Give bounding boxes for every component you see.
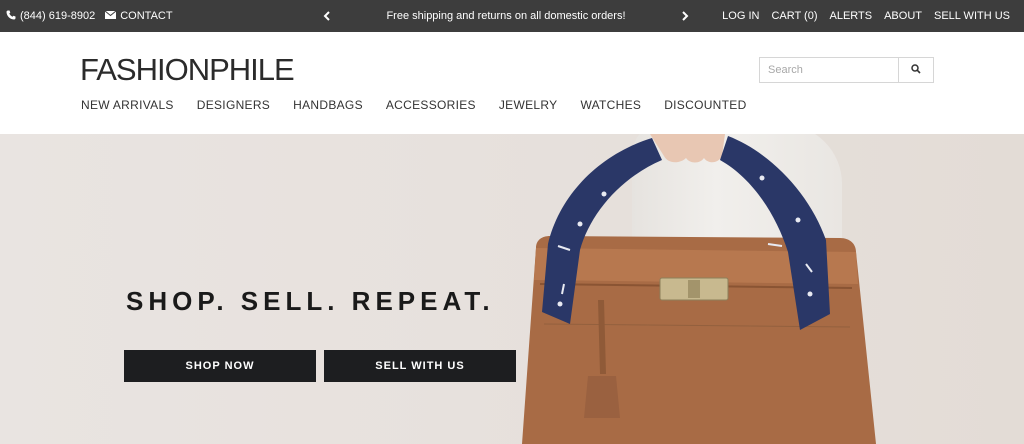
envelope-icon <box>104 10 117 22</box>
account-links: LOG IN CART (0) ALERTS ABOUT SELL WITH U… <box>722 0 1010 32</box>
promo-message: Free shipping and returns on all domesti… <box>386 10 626 22</box>
shop-now-button[interactable]: SHOP NOW <box>124 350 316 382</box>
nav-designers[interactable]: DESIGNERS <box>197 98 270 112</box>
about-link[interactable]: ABOUT <box>884 10 922 22</box>
sell-with-us-link[interactable]: SELL WITH US <box>934 10 1010 22</box>
site-logo[interactable]: FASHIONPHILE <box>80 52 295 88</box>
contact-link[interactable]: CONTACT <box>104 10 173 22</box>
hero-banner: SHOP. SELL. REPEAT. SHOP NOW SELL WITH U… <box>0 134 1024 444</box>
nav-accessories[interactable]: ACCESSORIES <box>386 98 476 112</box>
main-nav: NEW ARRIVALS DESIGNERS HANDBAGS ACCESSOR… <box>81 98 747 112</box>
cart-link[interactable]: CART (0) <box>771 10 817 22</box>
nav-handbags[interactable]: HANDBAGS <box>293 98 363 112</box>
search-box <box>759 57 934 83</box>
contact-group: (844) 619-8902 CONTACT <box>6 0 173 32</box>
nav-new-arrivals[interactable]: NEW ARRIVALS <box>81 98 174 112</box>
nav-discounted[interactable]: DISCOUNTED <box>664 98 746 112</box>
top-utility-bar: (844) 619-8902 CONTACT Free shipping and… <box>0 0 1024 32</box>
alerts-link[interactable]: ALERTS <box>830 10 873 22</box>
search-input[interactable] <box>760 58 898 82</box>
sell-with-us-button[interactable]: SELL WITH US <box>324 350 516 382</box>
phone-number: (844) 619-8902 <box>20 10 96 22</box>
login-link[interactable]: LOG IN <box>722 10 759 22</box>
chevron-left-icon[interactable] <box>320 9 334 23</box>
phone-link[interactable]: (844) 619-8902 <box>6 10 95 23</box>
contact-label: CONTACT <box>120 10 173 22</box>
search-icon <box>911 61 921 79</box>
search-button[interactable] <box>898 58 933 82</box>
site-header: FASHIONPHILE NEW ARRIVALS DESIGNERS HAND… <box>0 32 1024 134</box>
nav-jewelry[interactable]: JEWELRY <box>499 98 558 112</box>
chevron-right-icon[interactable] <box>678 9 692 23</box>
nav-watches[interactable]: WATCHES <box>580 98 641 112</box>
promo-carousel: Free shipping and returns on all domesti… <box>320 0 692 32</box>
phone-icon <box>6 10 16 23</box>
hero-headline: SHOP. SELL. REPEAT. <box>126 286 495 316</box>
hero-handbag-image <box>522 134 876 444</box>
